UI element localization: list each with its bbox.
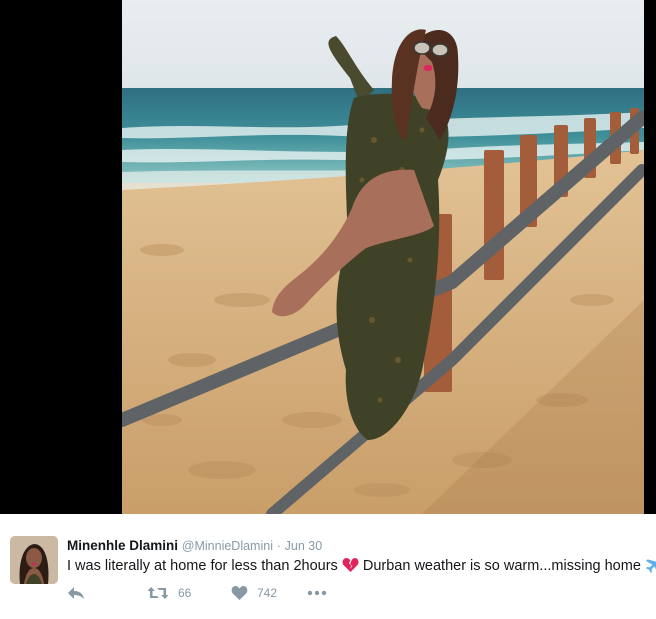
reply-icon bbox=[68, 587, 84, 599]
tweet-header: Minenhle Dlamini @MinnieDlamini · Jun 30 bbox=[67, 538, 322, 554]
tweet-card: Minenhle Dlamini @MinnieDlamini · Jun 30… bbox=[0, 514, 656, 619]
retweet-count: 66 bbox=[178, 586, 192, 600]
tweet-text: I was literally at home for less than 2h… bbox=[67, 556, 656, 579]
avatar-image bbox=[10, 536, 58, 584]
heart-icon bbox=[231, 586, 248, 600]
more-dots-icon bbox=[307, 590, 327, 596]
avatar[interactable] bbox=[10, 536, 58, 584]
retweet-button[interactable]: 66 bbox=[147, 584, 191, 602]
like-button[interactable]: 742 bbox=[231, 584, 277, 602]
airplane-emoji-icon bbox=[645, 557, 656, 579]
tweet-text-part-1: I was literally at home for less than 2h… bbox=[67, 558, 338, 574]
tweet-photo[interactable] bbox=[122, 0, 644, 514]
retweet-icon bbox=[147, 587, 169, 599]
more-button[interactable] bbox=[307, 584, 327, 602]
like-count: 742 bbox=[257, 586, 278, 600]
timestamp[interactable]: Jun 30 bbox=[285, 539, 323, 553]
reply-button[interactable] bbox=[67, 584, 85, 602]
tweet-text-part-2: Durban weather is so warm...missing home bbox=[362, 558, 641, 574]
tweet-media-area bbox=[0, 0, 656, 514]
tweet-actions: 66 742 bbox=[67, 584, 367, 602]
broken-heart-emoji-icon bbox=[342, 557, 359, 579]
display-name[interactable]: Minenhle Dlamini bbox=[67, 538, 178, 553]
separator-dot: · bbox=[276, 539, 281, 553]
beach-photo-image bbox=[122, 0, 644, 514]
username[interactable]: @MinnieDlamini bbox=[182, 539, 273, 553]
